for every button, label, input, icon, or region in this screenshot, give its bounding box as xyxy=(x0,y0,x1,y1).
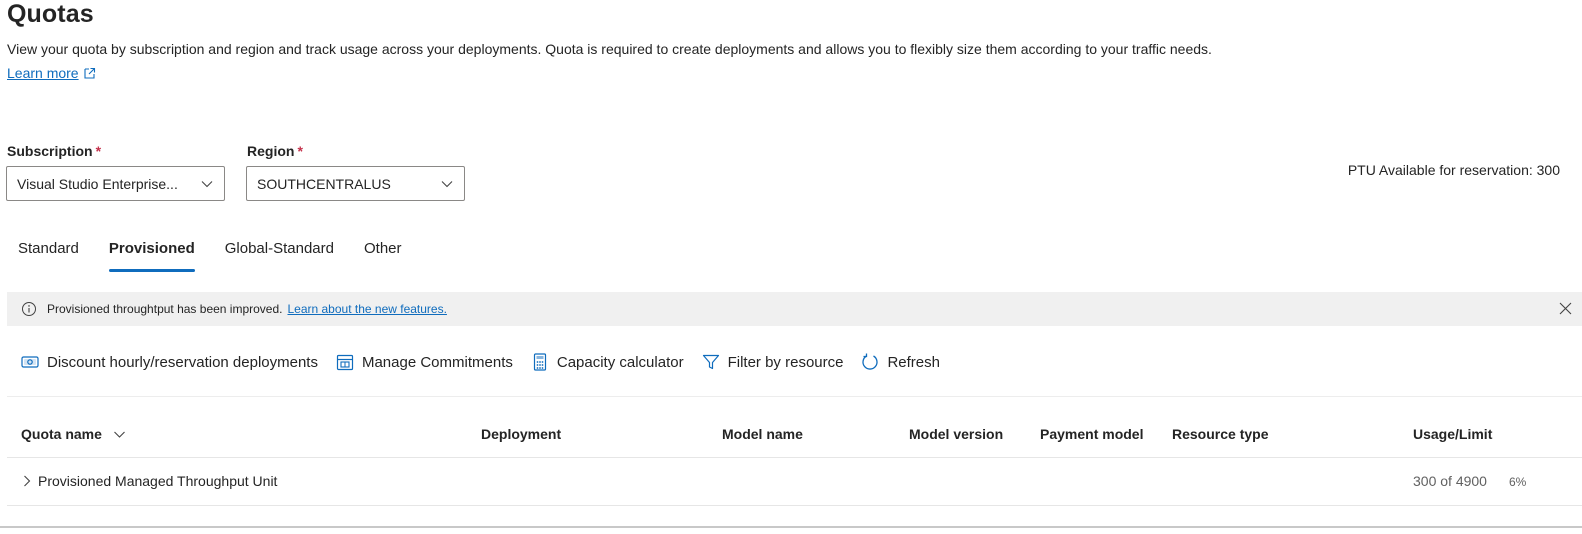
required-marker: * xyxy=(297,143,303,159)
tab-bar: Standard Provisioned Global-Standard Oth… xyxy=(7,232,421,272)
column-header-resource-type[interactable]: Resource type xyxy=(1172,426,1268,442)
tab-provisioned[interactable]: Provisioned xyxy=(98,232,206,272)
filter-by-resource-button[interactable]: Filter by resource xyxy=(701,352,844,372)
refresh-button[interactable]: Refresh xyxy=(860,352,940,372)
learn-more-label: Learn more xyxy=(7,65,79,81)
column-header-payment-model[interactable]: Payment model xyxy=(1040,426,1143,442)
filter-icon xyxy=(702,354,719,370)
close-icon[interactable] xyxy=(1559,302,1572,315)
info-banner: Provisioned throughtput has been improve… xyxy=(7,292,1582,326)
bottom-border xyxy=(0,526,1582,528)
page-title: Quotas xyxy=(7,0,94,28)
banner-text: Provisioned throughtput has been improve… xyxy=(47,302,283,316)
ptu-available-text: PTU Available for reservation: 300 xyxy=(1347,162,1560,178)
column-header-usage-limit[interactable]: Usage/Limit xyxy=(1413,426,1492,442)
column-header-label: Quota name xyxy=(21,426,102,442)
info-icon xyxy=(22,302,36,316)
chevron-down-icon xyxy=(201,180,213,187)
table-row[interactable]: Provisioned Managed Throughput Unit 300 … xyxy=(7,458,1582,505)
column-header-quota-name[interactable]: Quota name xyxy=(21,426,126,442)
tab-other[interactable]: Other xyxy=(353,232,413,272)
column-header-deployment[interactable]: Deployment xyxy=(481,426,561,442)
subscription-label: Subscription * xyxy=(7,143,101,159)
learn-more-link[interactable]: Learn more xyxy=(7,65,96,81)
usage-percent: 6% xyxy=(1509,475,1527,489)
chevron-right-icon[interactable] xyxy=(21,475,33,487)
tab-global-standard[interactable]: Global-Standard xyxy=(214,232,345,272)
refresh-label: Refresh xyxy=(887,353,940,371)
external-link-icon xyxy=(84,67,95,79)
discount-label: Discount hourly/reservation deployments xyxy=(47,353,318,371)
page-description: View your quota by subscription and regi… xyxy=(7,41,1212,57)
required-marker: * xyxy=(95,143,102,159)
banner-learn-link[interactable]: Learn about the new features. xyxy=(287,302,446,316)
calculator-icon xyxy=(533,353,546,371)
quota-name-cell: Provisioned Managed Throughput Unit xyxy=(38,473,278,489)
chevron-down-icon xyxy=(441,180,453,187)
command-toolbar: Discount hourly/reservation deployments … xyxy=(20,348,957,376)
toolbar-divider xyxy=(7,396,1582,397)
capacity-calculator-button[interactable]: Capacity calculator xyxy=(530,352,684,372)
column-header-model-name[interactable]: Model name xyxy=(722,426,803,442)
manage-commitments-button[interactable]: Manage Commitments xyxy=(335,352,513,372)
subscription-dropdown[interactable]: Visual Studio Enterprise... xyxy=(6,166,225,201)
region-label-text: Region xyxy=(247,143,295,159)
usage-limit-cell: 300 of 4900 xyxy=(1413,473,1487,489)
region-dropdown[interactable]: SOUTHCENTRALUS xyxy=(246,166,465,201)
chevron-down-icon xyxy=(114,431,125,438)
filter-by-resource-label: Filter by resource xyxy=(727,353,844,371)
subscription-label-text: Subscription xyxy=(7,143,93,159)
tab-standard[interactable]: Standard xyxy=(7,232,90,272)
subscription-value: Visual Studio Enterprise... xyxy=(17,175,178,192)
calendar-icon xyxy=(336,354,354,371)
region-value: SOUTHCENTRALUS xyxy=(257,175,391,192)
refresh-icon xyxy=(862,353,879,370)
region-label: Region * xyxy=(247,143,303,159)
column-header-model-version[interactable]: Model version xyxy=(909,426,1003,442)
manage-commitments-label: Manage Commitments xyxy=(361,353,513,371)
row-divider xyxy=(7,505,1582,506)
money-icon xyxy=(21,356,39,368)
discount-button[interactable]: Discount hourly/reservation deployments xyxy=(20,352,318,372)
capacity-calculator-label: Capacity calculator xyxy=(556,353,684,371)
